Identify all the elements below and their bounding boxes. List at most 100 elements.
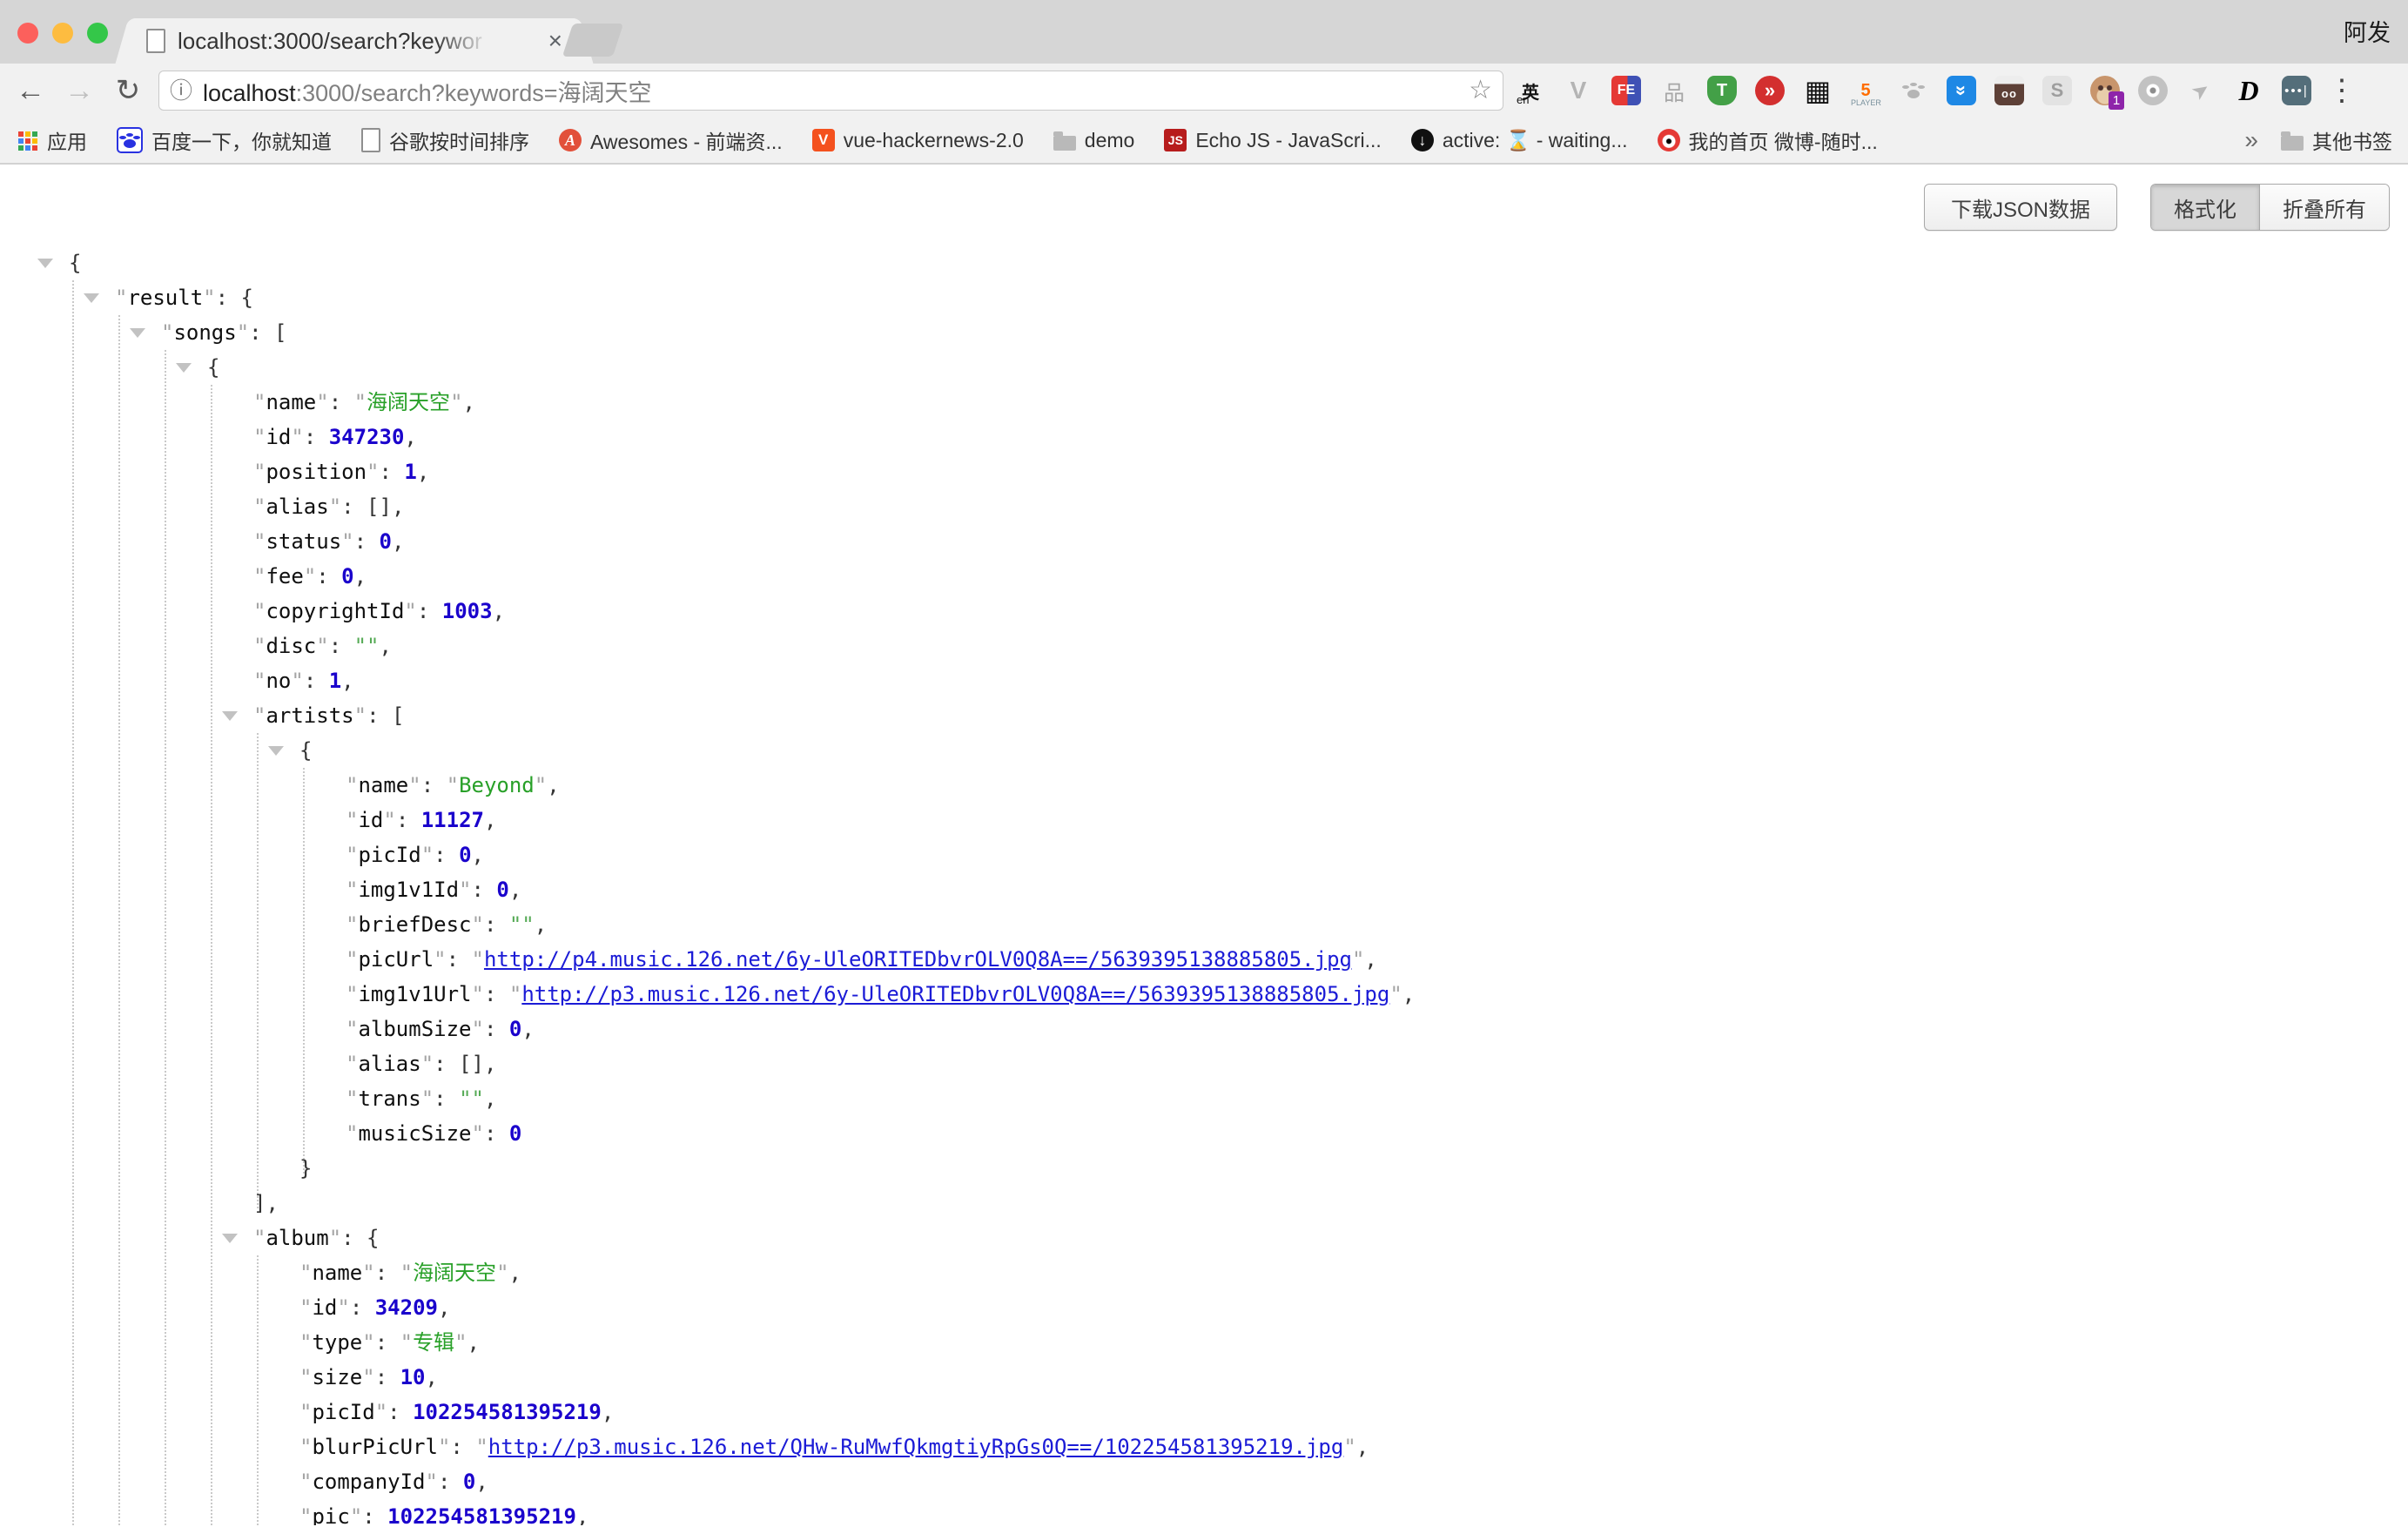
- html5-player-icon[interactable]: 5: [1851, 76, 1880, 105]
- json-line: "alias": [],: [0, 489, 2408, 524]
- minimize-window-button[interactable]: [52, 23, 73, 44]
- json-line: {: [0, 246, 2408, 280]
- bookmark-star-icon[interactable]: ☆: [1469, 77, 1492, 104]
- forward-icon: →: [61, 76, 98, 105]
- json-line: "status": 0,: [0, 524, 2408, 559]
- json-line: "name": "Beyond",: [0, 768, 2408, 803]
- b-awesomes-icon: A: [559, 129, 582, 151]
- json-view: {"result": {"songs": [{"name": "海阔天空","i…: [0, 165, 2408, 1525]
- bookmark-item[interactable]: 谷歌按时间排序: [361, 125, 529, 155]
- json-line: "albumSize": 0,: [0, 1012, 2408, 1046]
- sitemap-icon[interactable]: 品: [1659, 76, 1689, 105]
- json-link[interactable]: http://p4.music.126.net/6y-UleORITEDbvrO…: [484, 947, 1352, 972]
- bookmark-items: 应用 百度一下，你就知道 谷歌按时间排序 AAwesomes - 前端资... Vvue…: [16, 125, 1878, 155]
- json-line: "copyrightId": 1003,: [0, 594, 2408, 629]
- collapse-toggle-icon[interactable]: [130, 328, 145, 338]
- collapse-toggle-icon[interactable]: [176, 363, 192, 373]
- bookmark-item[interactable]: ↓ active: ⌛ - waiting...: [1411, 129, 1628, 152]
- bookmark-item[interactable]: demo: [1053, 129, 1135, 152]
- json-link[interactable]: http://p3.music.126.net/QHw-RuMwfQkmgtiy…: [488, 1435, 1344, 1459]
- extension-icons: 英V FE 品T » ▦ 5 » oo S ➤ D •••|: [1516, 76, 2311, 105]
- json-line: "musicSize": 0: [0, 1116, 2408, 1151]
- bookmark-item[interactable]: 百度一下，你就知道: [117, 125, 332, 155]
- json-line: "alias": [],: [0, 1046, 2408, 1081]
- collapse-toggle-icon[interactable]: [37, 259, 53, 268]
- page-content: 下载JSON数据 格式化 折叠所有 {"result": {"songs": […: [0, 165, 2408, 1525]
- blue-chevron-icon[interactable]: »: [1947, 76, 1976, 105]
- collapse-toggle-icon[interactable]: [268, 746, 284, 756]
- json-line: "id": 11127,: [0, 803, 2408, 837]
- bird-icon[interactable]: ➤: [2186, 76, 2216, 105]
- json-viewer-controls: 下载JSON数据 格式化 折叠所有: [1924, 184, 2390, 231]
- tab-strip: localhost:3000/search?keywor × 阿发: [0, 0, 2408, 64]
- window-controls: [17, 23, 108, 44]
- bookmark-label: 我的首页 微博-随时...: [1689, 125, 1878, 155]
- bookmark-item[interactable]: JSEcho JS - JavaScri...: [1164, 129, 1381, 152]
- gray-paw-icon[interactable]: [1899, 76, 1928, 105]
- new-tab-button[interactable]: [562, 24, 623, 57]
- collapse-toggle-icon[interactable]: [222, 711, 238, 721]
- bookmark-label: Echo JS - JavaScri...: [1195, 129, 1381, 152]
- json-line: "id": 347230,: [0, 420, 2408, 454]
- chrome-menu-icon[interactable]: ⋮: [2327, 76, 2357, 105]
- bookmark-label: vue-hackernews-2.0: [844, 129, 1024, 152]
- close-window-button[interactable]: [17, 23, 38, 44]
- bookmark-label: 谷歌按时间排序: [389, 125, 529, 155]
- view-mode-segmented-control: 格式化 折叠所有: [2150, 184, 2390, 231]
- url-host: localhost: [203, 80, 296, 106]
- vue-devtools-icon[interactable]: V: [1564, 76, 1593, 105]
- b-folder-icon: [1053, 136, 1076, 151]
- bookmark-item[interactable]: AAwesomes - 前端资...: [559, 125, 783, 155]
- json-line: "id": 34209,: [0, 1290, 2408, 1325]
- json-line: "trans": "",: [0, 1081, 2408, 1116]
- browser-tab[interactable]: localhost:3000/search?keywor ×: [132, 18, 576, 64]
- json-line: "picId": 0,: [0, 837, 2408, 872]
- bookmark-label: active: ⌛ - waiting...: [1443, 129, 1628, 152]
- dark-d-icon[interactable]: D: [2234, 76, 2263, 105]
- bookmarks-overflow-icon[interactable]: »: [2244, 126, 2258, 154]
- weibo-gray-icon[interactable]: [2138, 76, 2168, 105]
- folder-icon: [2281, 136, 2304, 151]
- bookmark-label: 百度一下，你就知道: [151, 125, 332, 155]
- red-forward-icon[interactable]: »: [1755, 76, 1785, 105]
- qr-code-icon[interactable]: ▦: [1803, 76, 1833, 105]
- gray-s-icon[interactable]: S: [2042, 76, 2072, 105]
- collapse-all-button[interactable]: 折叠所有: [2259, 185, 2389, 230]
- json-line: "size": 10,: [0, 1360, 2408, 1395]
- b-baidu-icon: [117, 127, 143, 153]
- mask-icon[interactable]: oo: [1994, 76, 2024, 105]
- translate-icon[interactable]: 英: [1516, 76, 1545, 105]
- json-line: "type": "专辑",: [0, 1325, 2408, 1360]
- address-bar[interactable]: ⓘ localhost:3000/search?keywords=海阔天空 ☆: [158, 71, 1503, 111]
- bookmarks-bar: 应用 百度一下，你就知道 谷歌按时间排序 AAwesomes - 前端资... Vvue…: [0, 118, 2408, 165]
- dots-password-icon[interactable]: •••|: [2282, 76, 2311, 105]
- format-button[interactable]: 格式化: [2151, 185, 2259, 230]
- profile-name[interactable]: 阿发: [2344, 14, 2391, 48]
- fe-helper-icon[interactable]: FE: [1611, 76, 1641, 105]
- collapse-toggle-icon[interactable]: [222, 1234, 238, 1243]
- bookmark-item[interactable]: Vvue-hackernews-2.0: [812, 129, 1024, 152]
- bookmark-label: 应用: [47, 125, 87, 155]
- back-icon[interactable]: ←: [12, 76, 49, 105]
- page-info-icon[interactable]: ⓘ: [170, 79, 192, 102]
- other-bookmarks-label: 其他书签: [2312, 125, 2392, 155]
- b-active-icon: ↓: [1411, 129, 1434, 151]
- json-link[interactable]: http://p3.music.126.net/6y-UleORITEDbvrO…: [521, 982, 1389, 1006]
- monkey-badge-icon[interactable]: [2090, 76, 2120, 105]
- bookmark-item[interactable]: 我的首页 微博-随时...: [1658, 125, 1878, 155]
- collapse-toggle-icon[interactable]: [84, 293, 99, 303]
- b-weibo-icon: [1658, 129, 1680, 151]
- bookmark-item[interactable]: 应用: [16, 125, 87, 155]
- json-line: "name": "海阔天空",: [0, 385, 2408, 420]
- json-line: "artists": [: [0, 698, 2408, 733]
- tab-close-icon[interactable]: ×: [548, 29, 562, 53]
- json-line: "companyId": 0,: [0, 1464, 2408, 1499]
- download-json-button[interactable]: 下载JSON数据: [1924, 184, 2117, 231]
- green-shield-icon[interactable]: T: [1707, 76, 1737, 105]
- json-line: ],: [0, 1186, 2408, 1221]
- reload-icon[interactable]: ↻: [110, 76, 146, 105]
- zoom-window-button[interactable]: [87, 23, 108, 44]
- toolbar: ← → ↻ ⓘ localhost:3000/search?keywords=海…: [0, 64, 2408, 118]
- other-bookmarks[interactable]: 其他书签: [2281, 125, 2392, 155]
- json-line: "no": 1,: [0, 663, 2408, 698]
